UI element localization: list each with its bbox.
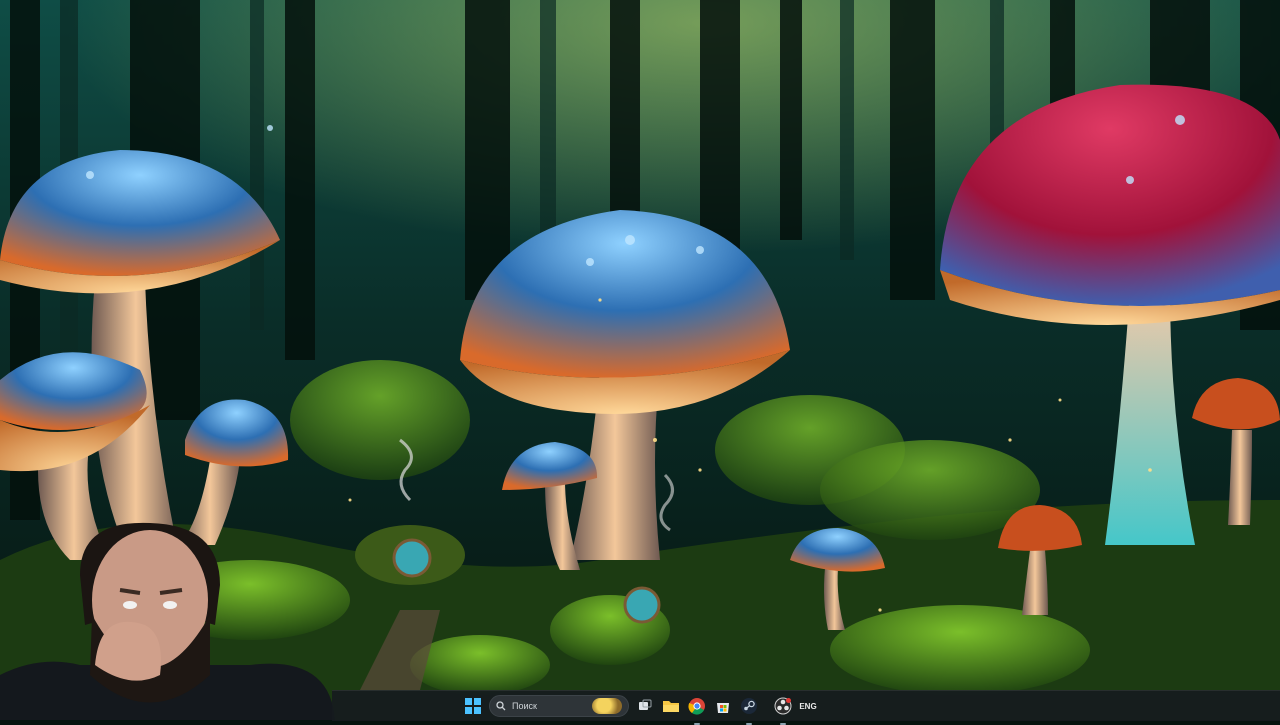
webcam-overlay bbox=[0, 522, 335, 720]
start-tiles bbox=[465, 698, 481, 714]
search-highlight-icon bbox=[592, 698, 622, 714]
microsoft-store-icon[interactable] bbox=[713, 696, 733, 716]
taskbar: Поиск ENG bbox=[332, 690, 1280, 725]
chrome-icon[interactable] bbox=[687, 696, 707, 725]
windows-start-icon[interactable] bbox=[463, 696, 483, 716]
search-icon bbox=[496, 701, 506, 711]
file-explorer-icon[interactable] bbox=[661, 696, 681, 716]
steam-icon[interactable] bbox=[739, 696, 759, 725]
language-indicator[interactable]: ENG bbox=[799, 696, 817, 716]
search-placeholder: Поиск bbox=[512, 701, 537, 711]
task-view-icon[interactable] bbox=[635, 696, 655, 716]
taskbar-search[interactable]: Поиск bbox=[489, 695, 629, 717]
obs-recording-icon[interactable] bbox=[773, 696, 793, 725]
